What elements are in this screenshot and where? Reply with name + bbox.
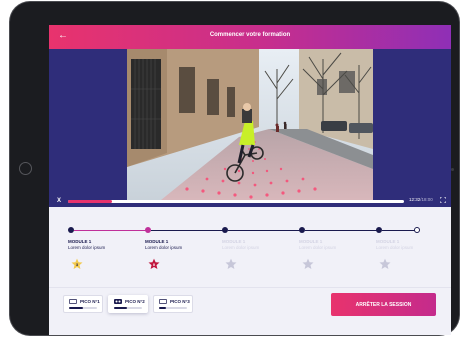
stepper-node[interactable] xyxy=(299,227,305,233)
app-screen: ← Commencer votre formation X 12:32/18:0… xyxy=(49,25,451,335)
stepper-connector xyxy=(151,230,225,231)
headset-icon xyxy=(159,299,167,304)
home-button[interactable] xyxy=(19,162,32,175)
headset-icon xyxy=(69,299,77,304)
headset-icon xyxy=(114,299,122,304)
module-subtitle: Lorem dolor ipsum xyxy=(376,245,414,250)
stepper-connector xyxy=(228,230,302,231)
star-icon xyxy=(379,258,391,269)
star-icon xyxy=(302,258,314,269)
module-title: MODULE 1 xyxy=(68,239,92,244)
module-subtitle: Lorem dolor ipsum xyxy=(68,245,106,250)
pico-tab[interactable]: PICO N°3 xyxy=(153,295,193,313)
module-title: MODULE 1 xyxy=(299,239,323,244)
module-title: MODULE 1 xyxy=(376,239,400,244)
pico-label: PICO N°1 xyxy=(80,299,100,304)
pico-battery-fill xyxy=(114,307,127,309)
page-title: Commencer votre formation xyxy=(209,32,291,38)
stepper-end-node[interactable] xyxy=(414,227,420,233)
stepper-node[interactable] xyxy=(376,227,382,233)
module-subtitle: Lorem dolor ipsum xyxy=(145,245,183,250)
top-bar: ← Commencer votre formation xyxy=(49,25,451,49)
star-icon: 0 xyxy=(148,258,160,269)
tablet-frame: ← Commencer votre formation X 12:32/18:0… xyxy=(10,2,459,335)
star-icon: 3 xyxy=(71,258,83,269)
pico-tab[interactable]: PICO N°2 xyxy=(108,295,148,313)
stepper-connector xyxy=(74,230,148,231)
module-subtitle: Lorem dolor ipsum xyxy=(299,245,337,250)
stepper-connector xyxy=(382,230,417,231)
stepper-connector xyxy=(305,230,379,231)
video-time: 12:32/18:00 xyxy=(409,197,433,202)
video-frame xyxy=(127,49,373,200)
pico-battery-bar xyxy=(114,307,142,309)
stepper-node[interactable] xyxy=(68,227,74,233)
pico-label: PICO N°2 xyxy=(125,299,145,304)
pico-battery-bar xyxy=(69,307,97,309)
camera-dot xyxy=(451,168,454,171)
module-stepper: MODULE 1 Lorem dolor ipsum 3 MODULE 1 Lorem … xyxy=(49,207,451,287)
pico-battery-fill xyxy=(159,307,166,309)
module-title: MODULE 1 xyxy=(145,239,169,244)
module-title: MODULE 1 xyxy=(222,239,246,244)
pico-battery-bar xyxy=(159,307,187,309)
video-player[interactable]: X 12:32/18:00 xyxy=(49,49,451,207)
pico-battery-fill xyxy=(69,307,83,309)
stop-session-button[interactable]: ARRÊTER LA SESSION xyxy=(331,293,436,316)
footer-divider xyxy=(49,287,451,288)
pico-label: PICO N°3 xyxy=(170,299,190,304)
pico-tab[interactable]: PICO N°1 xyxy=(63,295,103,313)
video-progress-bar[interactable] xyxy=(68,200,404,203)
close-video-button[interactable]: X xyxy=(57,198,61,204)
stepper-node[interactable] xyxy=(145,227,151,233)
video-progress-fill xyxy=(68,200,112,203)
fullscreen-icon[interactable] xyxy=(440,197,446,203)
module-subtitle: Lorem dolor ipsum xyxy=(222,245,260,250)
star-icon xyxy=(225,258,237,269)
stepper-node[interactable] xyxy=(222,227,228,233)
